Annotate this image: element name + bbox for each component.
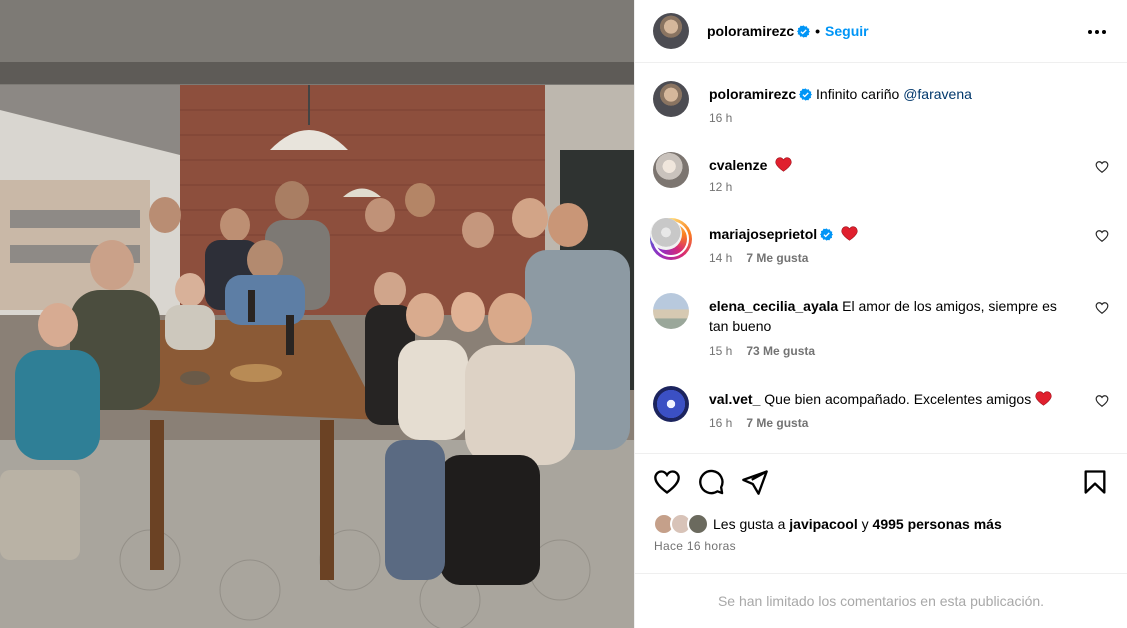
- comment-body: mariajoseprietol: [709, 224, 1073, 244]
- likes-connector: y: [861, 516, 869, 532]
- comment-icon[interactable]: [697, 468, 725, 496]
- post-actions: Les gusta a javipacool y 4995 personas m…: [635, 453, 1127, 573]
- comment-body: cvalenze: [709, 155, 1073, 175]
- save-icon[interactable]: [1081, 468, 1109, 496]
- share-icon[interactable]: [741, 468, 769, 496]
- like-comment-heart-icon[interactable]: [1095, 301, 1109, 315]
- post-header: poloramirezc • Seguir: [635, 0, 1127, 63]
- like-comment-heart-icon[interactable]: [1095, 229, 1109, 243]
- comment-avatar[interactable]: [653, 386, 689, 422]
- red-heart-emoji: [775, 157, 792, 172]
- comment-avatar: [650, 218, 682, 250]
- comment-item: mariajoseprietol 14 h 7 Me gusta: [650, 218, 1109, 281]
- story-ring[interactable]: [650, 218, 692, 260]
- comment-meta: 12 h: [709, 180, 732, 194]
- likes-user[interactable]: javipacool: [789, 516, 857, 532]
- heart-icon[interactable]: [653, 468, 681, 496]
- comment-meta: 14 h 7 Me gusta: [709, 251, 808, 265]
- comment-username[interactable]: val.vet_: [709, 391, 760, 407]
- comment-avatar[interactable]: [653, 293, 689, 329]
- comment-username[interactable]: cvalenze: [709, 157, 767, 173]
- verified-icon: [799, 88, 813, 101]
- verified-icon: [820, 228, 834, 241]
- like-comment-heart-icon[interactable]: [1095, 160, 1109, 174]
- author-username[interactable]: poloramirezc: [707, 23, 794, 39]
- comment-time[interactable]: 16 h: [709, 416, 732, 430]
- comment-time[interactable]: 12 h: [709, 180, 732, 194]
- red-heart-emoji: [1035, 391, 1052, 406]
- comment-time[interactable]: 15 h: [709, 344, 732, 358]
- comment-item: elena_cecilia_ayala El amor de los amigo…: [653, 293, 1109, 363]
- comment-likes[interactable]: 7 Me gusta: [746, 416, 808, 430]
- caption-time[interactable]: 16 h: [709, 111, 732, 125]
- red-heart-emoji: [841, 226, 858, 241]
- caption-mention[interactable]: @faravena: [903, 86, 972, 102]
- follow-button[interactable]: Seguir: [825, 23, 869, 39]
- comment-likes[interactable]: 73 Me gusta: [746, 344, 815, 358]
- post-photo-illustration: [0, 0, 634, 628]
- liker-avatar: [687, 513, 709, 535]
- comment-body: elena_cecilia_ayala El amor de los amigo…: [709, 296, 1073, 336]
- action-bar: [653, 468, 1109, 496]
- author-info: poloramirezc • Seguir: [707, 23, 869, 39]
- comment-avatar[interactable]: [653, 152, 689, 188]
- caption-text: Infinito cariño: [816, 86, 900, 102]
- liker-avatars: [653, 513, 711, 535]
- caption: poloramirezc Infinito cariño @faravena 1…: [653, 81, 1109, 131]
- comment-meta: 15 h 73 Me gusta: [709, 344, 815, 358]
- caption-meta: 16 h: [709, 111, 732, 125]
- likes-prefix: Les gusta a: [713, 516, 786, 532]
- more-options-icon[interactable]: [1085, 20, 1109, 44]
- post-timestamp[interactable]: Hace 16 horas: [654, 539, 736, 553]
- comment-item: val.vet_ Que bien acompañado. Excelentes…: [653, 386, 1109, 446]
- caption-body: poloramirezc Infinito cariño @faravena: [709, 84, 1073, 104]
- comment-time[interactable]: 14 h: [709, 251, 732, 265]
- post-sidebar: poloramirezc • Seguir poloramirezc Infin…: [634, 0, 1127, 628]
- comment-likes[interactable]: 7 Me gusta: [746, 251, 808, 265]
- comments-list[interactable]: poloramirezc Infinito cariño @faravena 1…: [635, 64, 1127, 453]
- comment-item: cvalenze 12 h: [653, 152, 1109, 202]
- author-avatar[interactable]: [653, 13, 689, 49]
- likes-others[interactable]: 4995 personas más: [873, 516, 1002, 532]
- separator-dot: •: [815, 23, 821, 39]
- comment-body: val.vet_ Que bien acompañado. Excelentes…: [709, 389, 1073, 409]
- comment-meta: 16 h 7 Me gusta: [709, 416, 808, 430]
- comment-username[interactable]: mariajoseprietol: [709, 226, 817, 242]
- caption-avatar[interactable]: [653, 81, 689, 117]
- likes-summary[interactable]: Les gusta a javipacool y 4995 personas m…: [653, 513, 1002, 535]
- post-photo[interactable]: [0, 0, 634, 628]
- caption-username[interactable]: poloramirezc: [709, 86, 796, 102]
- verified-icon: [797, 24, 811, 38]
- comments-limited-notice: Se han limitado los comentarios en esta …: [635, 573, 1127, 628]
- comment-text: Que bien acompañado. Excelentes amigos: [764, 391, 1032, 407]
- comment-username[interactable]: elena_cecilia_ayala: [709, 298, 838, 314]
- like-comment-heart-icon[interactable]: [1095, 394, 1109, 408]
